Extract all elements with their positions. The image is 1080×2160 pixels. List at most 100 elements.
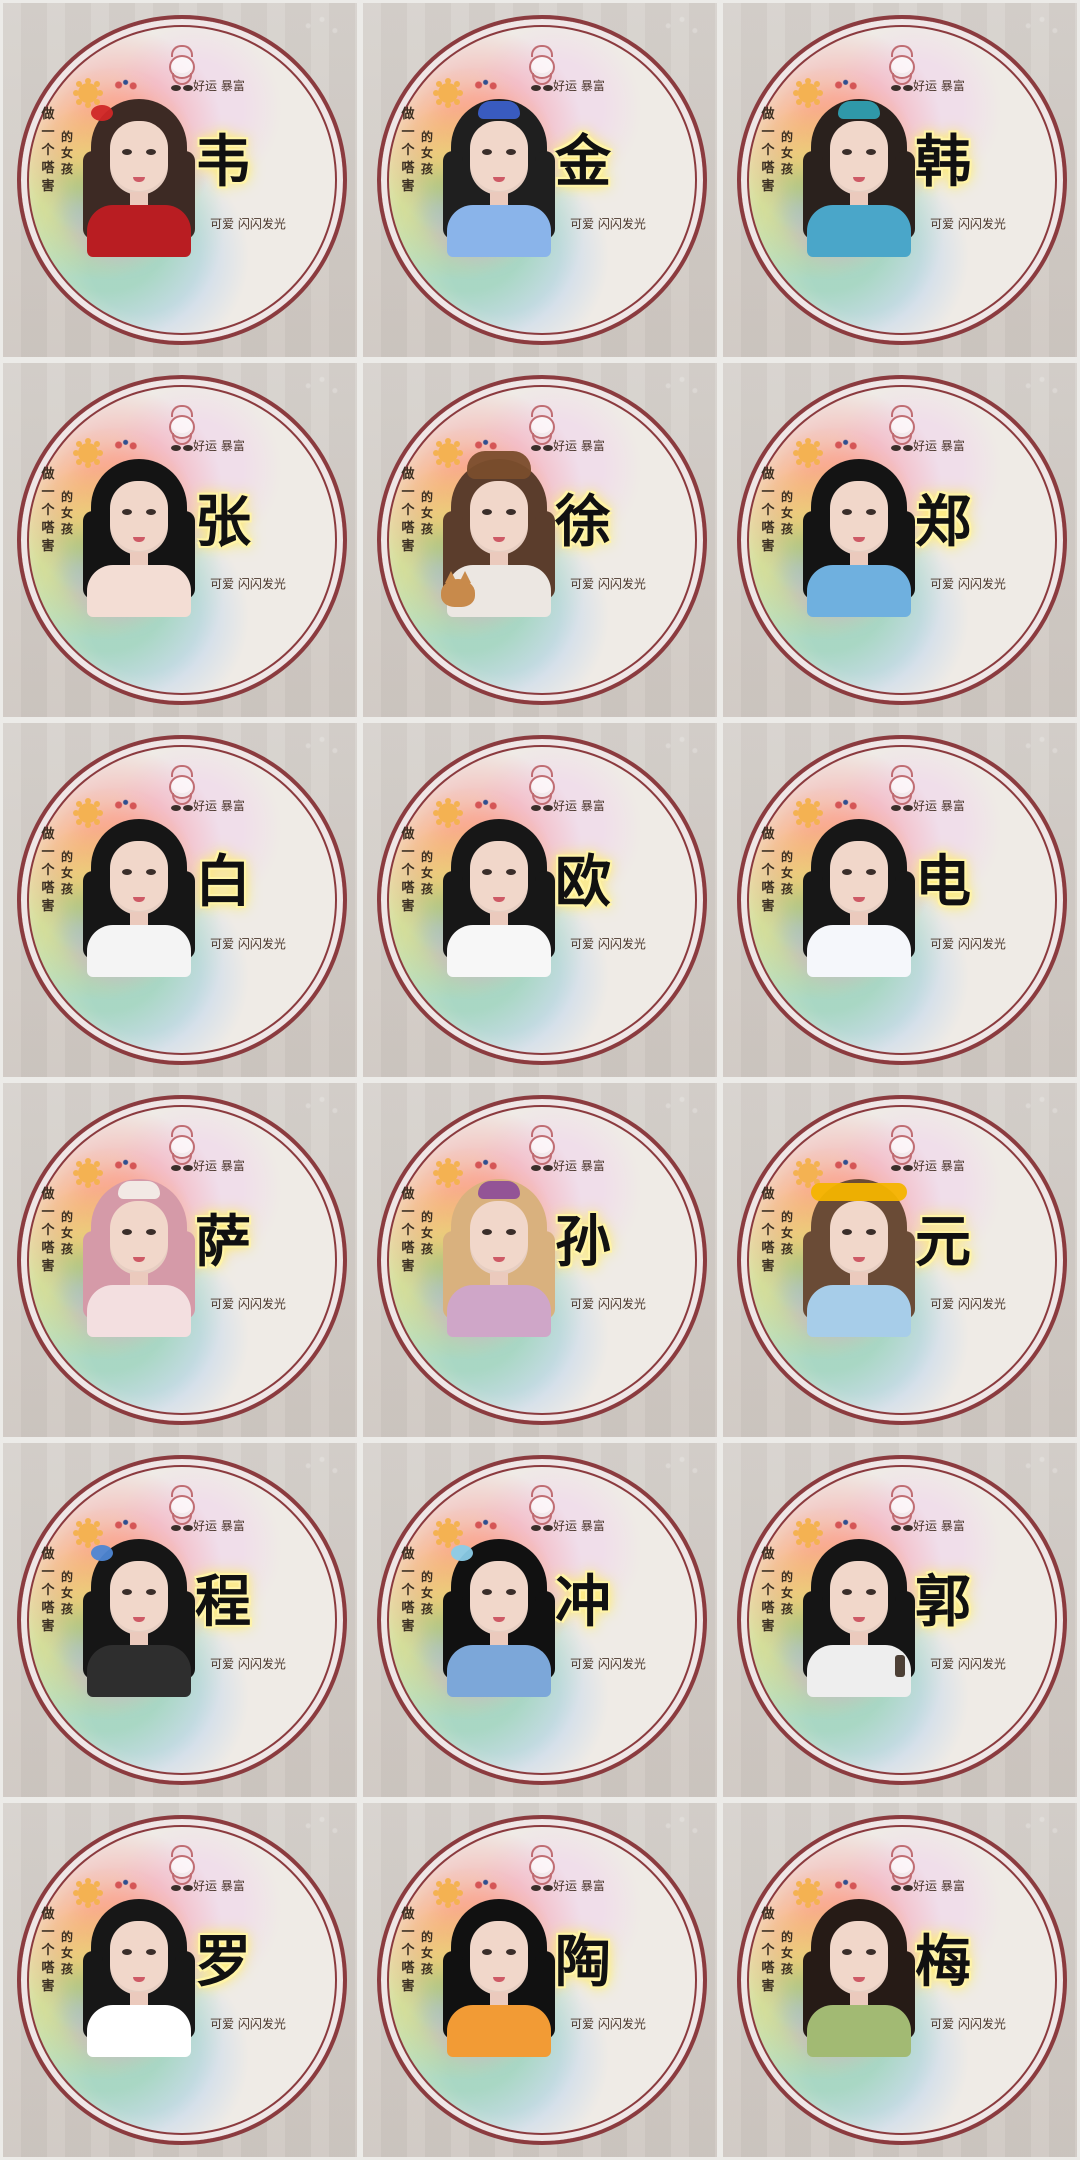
avatar-tile[interactable]: 做一个嗒害 的女孩 好运 暴富 可爱 闪闪发光欧 xyxy=(360,720,720,1080)
avatar-tile[interactable]: 做一个嗒害 的女孩 好运 暴富 可爱 闪闪发光罗 xyxy=(0,1800,360,2160)
clothes-shape xyxy=(807,565,911,617)
avatar-tile[interactable]: 做一个嗒害 的女孩 好运 暴富 可爱 闪闪发光 韦 xyxy=(0,0,360,360)
portrait xyxy=(793,1529,925,1697)
avatar-badge: 做一个嗒害 的女孩 好运 暴富 可爱 闪闪发光罗 xyxy=(17,1815,347,2145)
portrait xyxy=(73,1529,205,1697)
clothes-shape xyxy=(87,2005,191,2057)
bottom-tag: 可爱 闪闪发光 xyxy=(930,2017,1006,2031)
face-shape xyxy=(830,1561,888,1635)
portrait xyxy=(433,1169,565,1337)
accent-shape xyxy=(467,451,531,479)
face-shape xyxy=(470,481,528,555)
bottom-tag: 可爱 闪闪发光 xyxy=(930,1297,1006,1311)
bottom-tag: 可爱 闪闪发光 xyxy=(570,1657,646,1671)
avatar-tile[interactable]: 做一个嗒害 的女孩 好运 暴富 可爱 闪闪发光孙 xyxy=(360,1080,720,1440)
bottom-tag: 可爱 闪闪发光 xyxy=(570,937,646,951)
bottom-tag: 可爱 闪闪发光 xyxy=(570,2017,646,2031)
clothes-shape xyxy=(807,1285,911,1337)
avatar-tile[interactable]: 做一个嗒害 的女孩 好运 暴富 可爱 闪闪发光韩 xyxy=(720,0,1080,360)
portrait xyxy=(793,809,925,977)
avatar-badge: 做一个嗒害 的女孩 好运 暴富 可爱 闪闪发光元 xyxy=(737,1095,1067,1425)
face-shape xyxy=(110,1561,168,1635)
avatar-tile[interactable]: 做一个嗒害 的女孩 好运 暴富 可爱 闪闪发光元 xyxy=(720,1080,1080,1440)
face-shape xyxy=(110,121,168,195)
avatar-tile[interactable]: 做一个嗒害 的女孩 好运 暴富 可爱 闪闪发光郭 xyxy=(720,1440,1080,1800)
clothes-shape xyxy=(87,205,191,257)
face-shape xyxy=(110,1201,168,1275)
face-shape xyxy=(110,481,168,555)
avatar-tile[interactable]: 做一个嗒害 的女孩 好运 暴富 可爱 闪闪发光陶 xyxy=(360,1800,720,2160)
avatar-tile[interactable]: 做一个嗒害 的女孩 好运 暴富 可爱 闪闪发光梅 xyxy=(720,1800,1080,2160)
face-shape xyxy=(470,121,528,195)
avatar-grid: 做一个嗒害 的女孩 好运 暴富 可爱 闪闪发光 韦 做一个嗒害 的女孩 好运 暴富可… xyxy=(0,0,1080,2160)
avatar-badge: 做一个嗒害 的女孩 好运 暴富 可爱 闪闪发光白 xyxy=(17,735,347,1065)
avatar-tile[interactable]: 做一个嗒害 的女孩 好运 暴富 可爱 闪闪发光张 xyxy=(0,360,360,720)
clothes-shape xyxy=(87,565,191,617)
avatar-badge: 做一个嗒害 的女孩 好运 暴富 可爱 闪闪发光徐 xyxy=(377,375,707,705)
avatar-tile[interactable]: 做一个嗒害 的女孩 好运 暴富 可爱 闪闪发光徐 xyxy=(360,360,720,720)
clothes-shape xyxy=(87,1285,191,1337)
phone-icon xyxy=(895,1655,905,1677)
avatar-badge: 做一个嗒害 的女孩 好运 暴富 可爱 闪闪发光萨 xyxy=(17,1095,347,1425)
avatar-tile[interactable]: 做一个嗒害 的女孩 好运 暴富 可爱 闪闪发光金 xyxy=(360,0,720,360)
face-shape xyxy=(470,1921,528,1995)
portrait xyxy=(793,1889,925,2057)
face-shape xyxy=(830,1201,888,1275)
fox-icon xyxy=(441,571,475,607)
avatar-tile[interactable]: 做一个嗒害 的女孩 好运 暴富 可爱 闪闪发光冲 xyxy=(360,1440,720,1800)
portrait xyxy=(433,449,565,617)
clothes-shape xyxy=(807,2005,911,2057)
clothes-shape xyxy=(807,925,911,977)
bottom-tag: 可爱 闪闪发光 xyxy=(570,217,646,231)
portrait xyxy=(793,1169,925,1337)
bottom-tag: 可爱 闪闪发光 xyxy=(210,217,286,231)
portrait xyxy=(433,1889,565,2057)
portrait xyxy=(73,449,205,617)
clothes-shape xyxy=(87,1645,191,1697)
clothes-shape xyxy=(447,2005,551,2057)
accent-shape xyxy=(478,101,520,119)
avatar-tile[interactable]: 做一个嗒害 的女孩 好运 暴富 可爱 闪闪发光程 xyxy=(0,1440,360,1800)
bottom-tag: 可爱 闪闪发光 xyxy=(210,2017,286,2031)
clothes-shape xyxy=(447,1285,551,1337)
face-shape xyxy=(830,841,888,915)
avatar-badge: 做一个嗒害 的女孩 好运 暴富 可爱 闪闪发光程 xyxy=(17,1455,347,1785)
accent-shape xyxy=(478,1181,520,1199)
face-shape xyxy=(830,1921,888,1995)
clothes-shape xyxy=(447,1645,551,1697)
portrait xyxy=(73,1889,205,2057)
accent-shape xyxy=(811,1183,907,1201)
avatar-tile[interactable]: 做一个嗒害 的女孩 好运 暴富 可爱 闪闪发光萨 xyxy=(0,1080,360,1440)
face-shape xyxy=(830,121,888,195)
avatar-tile[interactable]: 做一个嗒害 的女孩 好运 暴富 可爱 闪闪发光白 xyxy=(0,720,360,1080)
avatar-tile[interactable]: 做一个嗒害 的女孩 好运 暴富 可爱 闪闪发光电 xyxy=(720,720,1080,1080)
avatar-badge: 做一个嗒害 的女孩 好运 暴富 可爱 闪闪发光 韦 xyxy=(17,15,347,345)
clothes-shape xyxy=(87,925,191,977)
clothes-shape xyxy=(447,925,551,977)
avatar-badge: 做一个嗒害 的女孩 好运 暴富 可爱 闪闪发光梅 xyxy=(737,1815,1067,2145)
avatar-badge: 做一个嗒害 的女孩 好运 暴富 可爱 闪闪发光孙 xyxy=(377,1095,707,1425)
clothes-shape xyxy=(807,205,911,257)
bottom-tag: 可爱 闪闪发光 xyxy=(930,217,1006,231)
bottom-tag: 可爱 闪闪发光 xyxy=(210,577,286,591)
portrait xyxy=(433,809,565,977)
bottom-tag: 可爱 闪闪发光 xyxy=(930,577,1006,591)
face-shape xyxy=(110,841,168,915)
avatar-tile[interactable]: 做一个嗒害 的女孩 好运 暴富 可爱 闪闪发光郑 xyxy=(720,360,1080,720)
portrait xyxy=(73,89,205,257)
portrait xyxy=(73,809,205,977)
portrait xyxy=(793,89,925,257)
clothes-shape xyxy=(447,205,551,257)
portrait xyxy=(73,1169,205,1337)
accent-shape xyxy=(838,101,880,119)
face-shape xyxy=(470,841,528,915)
portrait xyxy=(793,449,925,617)
avatar-badge: 做一个嗒害 的女孩 好运 暴富 可爱 闪闪发光韩 xyxy=(737,15,1067,345)
avatar-badge: 做一个嗒害 的女孩 好运 暴富 可爱 闪闪发光郑 xyxy=(737,375,1067,705)
bottom-tag: 可爱 闪闪发光 xyxy=(930,937,1006,951)
avatar-badge: 做一个嗒害 的女孩 好运 暴富 可爱 闪闪发光冲 xyxy=(377,1455,707,1785)
face-shape xyxy=(470,1201,528,1275)
avatar-badge: 做一个嗒害 的女孩 好运 暴富 可爱 闪闪发光张 xyxy=(17,375,347,705)
accent-shape xyxy=(91,105,113,121)
bottom-tag: 可爱 闪闪发光 xyxy=(210,1657,286,1671)
